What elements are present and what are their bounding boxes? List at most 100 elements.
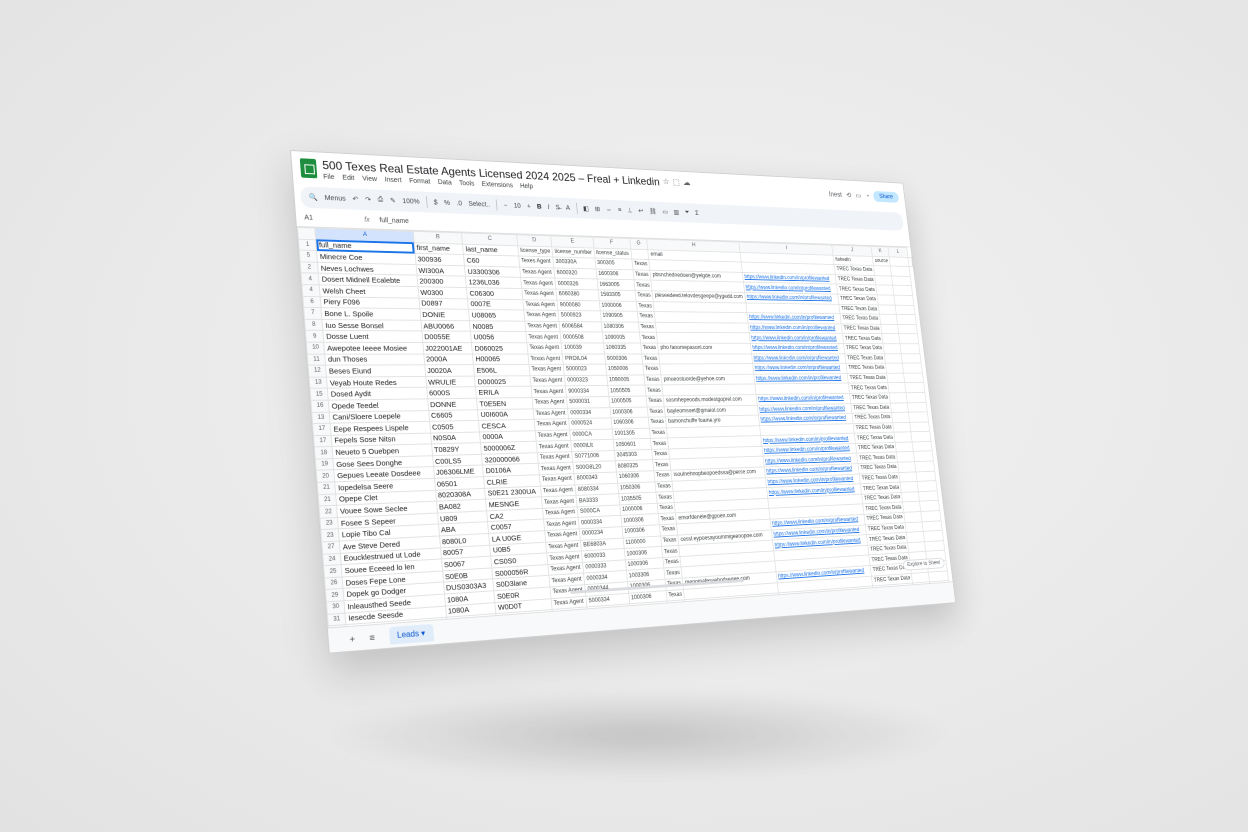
share-button[interactable]: Share: [872, 190, 900, 203]
cell-license-status[interactable]: Texas: [655, 491, 675, 504]
cell-license-id[interactable]: 1060306: [610, 417, 650, 429]
cell[interactable]: [904, 382, 925, 393]
cell-source-header[interactable]: source: [872, 256, 891, 267]
merge-icon[interactable]: ⇔: [606, 206, 613, 213]
cell-full-name[interactable]: Bone L. Spoile: [321, 307, 421, 321]
borders-icon[interactable]: ⊞: [595, 205, 601, 212]
cell-license-type[interactable]: Texas Agent: [519, 266, 556, 279]
cell-first-name[interactable]: WRULIE: [425, 375, 476, 388]
cell-source[interactable]: TREC Texas Data: [837, 294, 879, 305]
cell-source[interactable]: TREC Texas Data: [839, 303, 880, 315]
row-number[interactable]: 23: [319, 517, 339, 531]
cell[interactable]: [885, 363, 904, 374]
menu-tools[interactable]: Tools: [459, 180, 475, 187]
add-sheet-icon[interactable]: +: [349, 633, 355, 644]
percent-icon[interactable]: %: [444, 200, 450, 207]
cell[interactable]: [876, 285, 895, 296]
cell-source[interactable]: TREC Texas Data: [846, 363, 887, 374]
bold-icon[interactable]: B: [537, 203, 542, 210]
currency-icon[interactable]: $: [434, 199, 438, 206]
cell-license-number[interactable]: 6060380: [556, 289, 599, 301]
cell[interactable]: [911, 431, 931, 442]
row-number[interactable]: 20: [316, 470, 336, 483]
cell[interactable]: [934, 620, 953, 628]
cell-license-type[interactable]: Texas Agent: [521, 288, 558, 300]
cell-license-status[interactable]: Texas: [651, 448, 671, 461]
sheet-tab-leads[interactable]: Leads ▾: [388, 623, 434, 645]
last-edit-label[interactable]: Inest: [828, 190, 842, 198]
valign-icon[interactable]: ⊥: [627, 207, 633, 214]
sheets-logo-icon[interactable]: [299, 158, 318, 179]
cell-last-name[interactable]: D060025: [471, 342, 528, 354]
cell[interactable]: [889, 256, 910, 267]
row-number[interactable]: 4: [301, 284, 321, 297]
insert-comment-icon[interactable]: ▭: [662, 208, 668, 215]
cell-license-id[interactable]: 1050006: [605, 364, 644, 375]
menu-file[interactable]: File: [323, 173, 335, 180]
cell-first-name[interactable]: J0020A: [424, 364, 475, 377]
cell[interactable]: [891, 275, 912, 286]
cell-first-name[interactable]: 2000A: [423, 353, 474, 365]
cell-source[interactable]: TREC Texas Data: [848, 382, 890, 394]
print-icon[interactable]: ⎙: [377, 196, 383, 204]
cell-license-status[interactable]: Texas: [639, 332, 658, 344]
cell-license-type[interactable]: Texas Agent: [531, 396, 568, 409]
cell[interactable]: [892, 422, 912, 433]
undo-icon[interactable]: ↶: [352, 195, 358, 203]
cell-license-status[interactable]: Texas: [650, 438, 669, 450]
cell-license-number[interactable]: 6006584: [559, 321, 603, 333]
cell-license-type[interactable]: Texes Agent: [518, 256, 555, 268]
cell[interactable]: [898, 333, 919, 344]
cell-license-status[interactable]: Texas: [645, 395, 665, 407]
cell-linkedin-link[interactable]: https://www.linkedin.com/in/profilewante…: [747, 322, 843, 334]
row-number[interactable]: 8: [304, 319, 324, 331]
cell-license-id[interactable]: 1583305: [597, 289, 636, 301]
column-header-g[interactable]: G: [629, 238, 648, 250]
cell-license-id[interactable]: 1060335: [603, 342, 642, 354]
cell[interactable]: [912, 441, 933, 452]
cell-last-name[interactable]: N0085: [469, 320, 526, 332]
cell[interactable]: [897, 324, 918, 335]
move-icon[interactable]: ⬚: [672, 177, 680, 187]
row-number[interactable]: 17: [312, 423, 332, 436]
cell-license-status[interactable]: Texas: [646, 406, 666, 418]
cell-license-type[interactable]: Texas Agent: [520, 277, 557, 290]
cell[interactable]: [881, 333, 901, 344]
row-number[interactable]: 9: [305, 330, 325, 343]
cell-license-status[interactable]: Texas: [631, 259, 651, 271]
cell-license-type[interactable]: Texas Agent: [523, 310, 560, 322]
cell[interactable]: [892, 285, 913, 296]
cell[interactable]: [894, 431, 913, 443]
cell[interactable]: [873, 265, 892, 276]
cell[interactable]: [901, 353, 922, 364]
cell[interactable]: [877, 294, 896, 305]
cell-license-number[interactable]: 100039: [561, 342, 605, 354]
cell-license-status[interactable]: Texas: [642, 364, 662, 375]
cell[interactable]: [883, 343, 902, 354]
comment-icon[interactable]: ▭: [855, 191, 861, 199]
cell[interactable]: [895, 304, 916, 315]
menu-view[interactable]: View: [362, 175, 377, 182]
search-icon[interactable]: 🔍: [309, 193, 318, 201]
cell[interactable]: [894, 295, 914, 306]
cell-last-name[interactable]: C06300: [466, 287, 523, 300]
cell-license-status[interactable]: Texas: [632, 269, 652, 281]
row-number[interactable]: 7: [303, 307, 323, 320]
cell-source[interactable]: [877, 624, 919, 628]
cell-email[interactable]: [658, 353, 753, 365]
menu-edit[interactable]: Edit: [342, 174, 354, 181]
wrap-icon[interactable]: ↩: [638, 207, 644, 214]
cell[interactable]: [902, 363, 923, 373]
cell-license-type[interactable]: Texas Agent: [522, 299, 559, 311]
cell-license-id[interactable]: 1090005: [602, 332, 641, 344]
cell[interactable]: [630, 248, 650, 260]
cell-first-name[interactable]: 200300: [416, 275, 467, 288]
cell[interactable]: [908, 411, 929, 423]
row-number[interactable]: 24: [322, 552, 342, 566]
cell[interactable]: [886, 372, 905, 383]
cell[interactable]: [879, 314, 898, 325]
cell-email[interactable]: [688, 624, 783, 628]
cell[interactable]: [880, 324, 899, 334]
cell-license-number[interactable]: 0000323: [564, 374, 608, 387]
cell-license-number[interactable]: 0000326: [555, 278, 598, 290]
